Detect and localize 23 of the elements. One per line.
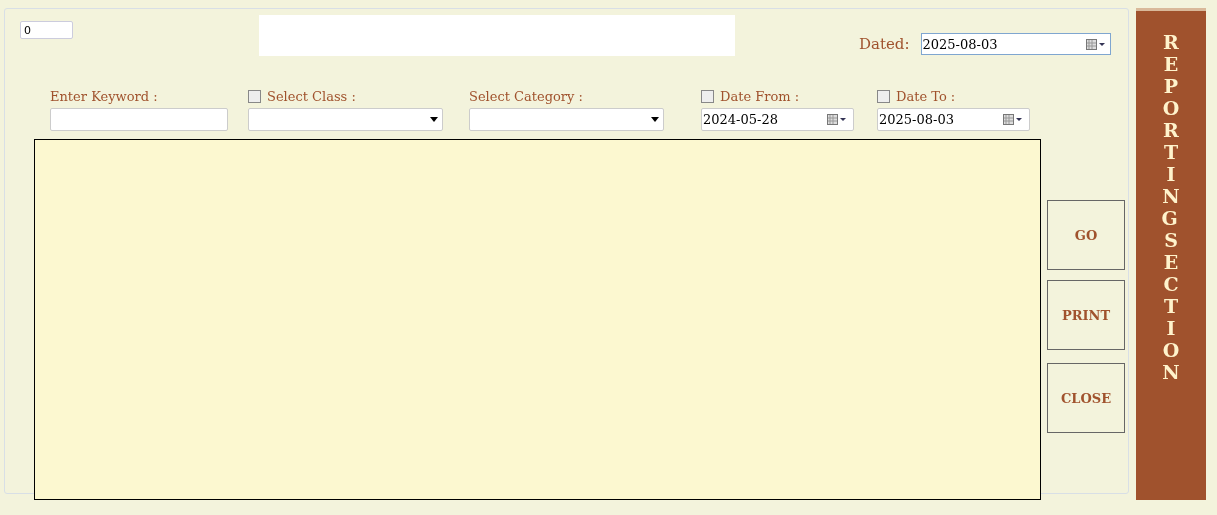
checkbox[interactable] [877, 89, 890, 103]
number-field[interactable]: 0 [20, 21, 73, 39]
date-field[interactable]: 2025-08-03 [920, 33, 1111, 55]
field-label: Date To : [896, 88, 956, 104]
action-button[interactable]: GO [1047, 200, 1125, 270]
calendar-icon[interactable] [827, 114, 847, 125]
action-button[interactable]: CLOSE [1047, 363, 1125, 433]
calendar-icon[interactable] [1085, 38, 1106, 50]
date-field[interactable]: 2024-05-28 [701, 108, 854, 131]
calendar-icon[interactable] [1003, 114, 1023, 125]
checkbox[interactable] [701, 89, 714, 103]
date-field[interactable]: 2025-08-03 [877, 108, 1030, 131]
checkbox[interactable] [248, 89, 261, 103]
dropdown-arrow-icon[interactable] [430, 117, 438, 122]
field-label: Enter Keyword : [50, 88, 158, 104]
dated-label: Dated: [859, 35, 910, 53]
field-label: Date From : [720, 88, 800, 104]
keyword-field[interactable] [50, 108, 228, 131]
field-label: Select Class : [267, 88, 356, 104]
banner-title: REPORTING SECTION [1161, 31, 1181, 385]
field-label: Select Category : [469, 88, 583, 104]
action-button[interactable]: PRINT [1047, 280, 1125, 350]
dropdown-arrow-icon[interactable] [651, 117, 659, 122]
